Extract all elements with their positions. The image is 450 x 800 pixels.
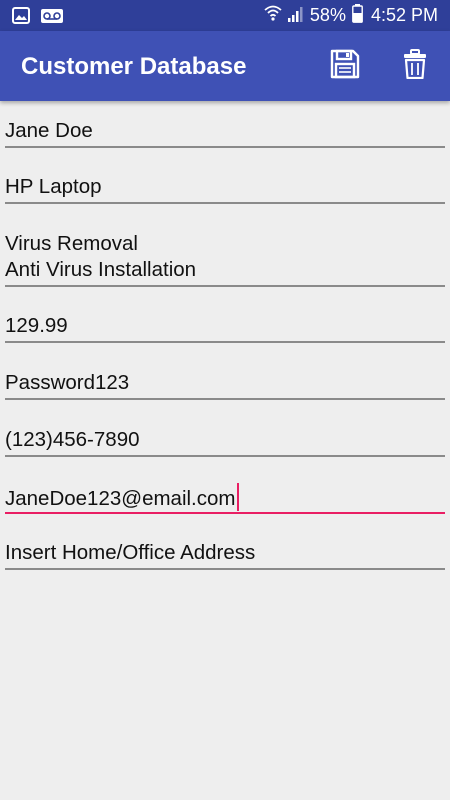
service-value-line1: Virus Removal bbox=[5, 232, 138, 255]
wifi-icon bbox=[264, 5, 282, 26]
voicemail-icon bbox=[41, 9, 63, 28]
service-value-line2: Anti Virus Installation bbox=[5, 258, 197, 281]
customer-name-field[interactable]: Jane Doe bbox=[5, 118, 445, 148]
clock: 4:52 PM bbox=[370, 5, 438, 25]
email-field[interactable]: JaneDoe123@email.com bbox=[5, 483, 445, 514]
price-value: 129.99 bbox=[5, 314, 68, 337]
device-field[interactable]: HP Laptop bbox=[5, 174, 445, 204]
phone-value: (123)456-7890 bbox=[5, 428, 140, 451]
trash-icon bbox=[403, 48, 427, 84]
customer-name-value: Jane Doe bbox=[5, 119, 93, 142]
address-placeholder: Insert Home/Office Address bbox=[5, 541, 256, 564]
email-value: JaneDoe123@email.com bbox=[5, 487, 236, 510]
phone-field[interactable]: (123)456-7890 bbox=[5, 427, 445, 457]
battery-icon bbox=[352, 3, 363, 28]
signal-icon bbox=[287, 5, 304, 27]
password-field[interactable]: Password123 bbox=[5, 370, 445, 400]
service-field[interactable]: Virus Removal Anti Virus Installation bbox=[5, 231, 445, 287]
delete-button[interactable] bbox=[397, 48, 433, 84]
price-field[interactable]: 129.99 bbox=[5, 313, 445, 343]
save-icon bbox=[330, 49, 360, 84]
address-field[interactable]: Insert Home/Office Address bbox=[5, 540, 445, 570]
text-cursor bbox=[236, 483, 239, 511]
battery-percent: 58% bbox=[309, 5, 346, 25]
device-value: HP Laptop bbox=[5, 175, 102, 198]
app-bar: Customer Database bbox=[0, 31, 450, 101]
status-bar: 58% 4:52 PM bbox=[0, 0, 450, 31]
page-title: Customer Database bbox=[21, 53, 247, 80]
image-icon bbox=[12, 7, 30, 29]
password-value: Password123 bbox=[5, 371, 130, 394]
save-button[interactable] bbox=[327, 48, 363, 84]
